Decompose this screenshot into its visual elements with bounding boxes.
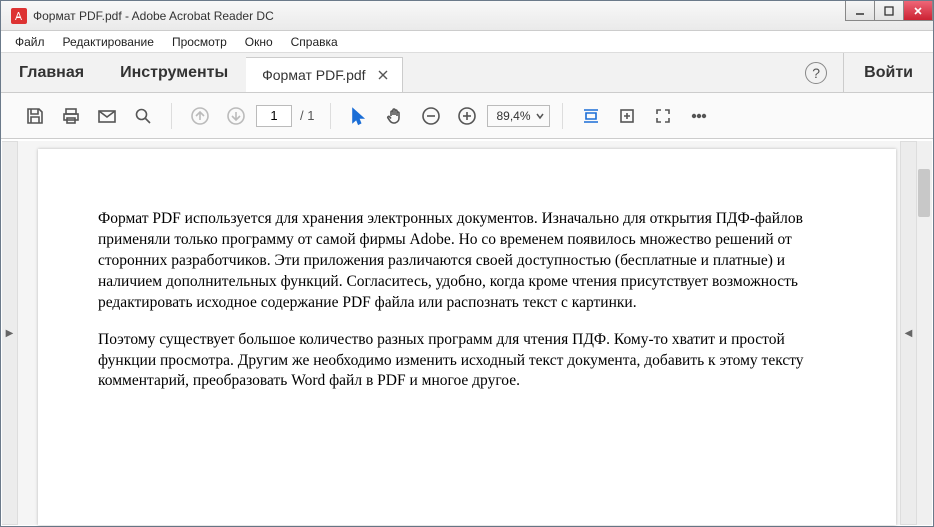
app-icon (11, 8, 27, 24)
login-button[interactable]: Войти (843, 53, 933, 92)
selection-tool-icon[interactable] (343, 100, 375, 132)
page-total-label: / 1 (300, 108, 314, 123)
fullscreen-icon[interactable] (647, 100, 679, 132)
menu-view[interactable]: Просмотр (164, 33, 235, 51)
print-icon[interactable] (55, 100, 87, 132)
tab-close-icon[interactable] (376, 68, 390, 82)
chevron-right-icon: ▶ (6, 328, 14, 339)
tab-document[interactable]: Формат PDF.pdf (246, 57, 402, 92)
vertical-scrollbar[interactable] (916, 141, 932, 525)
save-icon[interactable] (19, 100, 51, 132)
menu-file[interactable]: Файл (7, 33, 53, 51)
menu-bar: Файл Редактирование Просмотр Окно Справк… (1, 31, 933, 53)
menu-edit[interactable]: Редактирование (55, 33, 162, 51)
pdf-page[interactable]: Формат PDF используется для хранения эле… (38, 149, 896, 525)
paragraph-1: Формат PDF используется для хранения эле… (98, 209, 836, 314)
tab-bar: Главная Инструменты Формат PDF.pdf ? Вой… (1, 53, 933, 93)
menu-help[interactable]: Справка (283, 33, 346, 51)
next-page-icon[interactable] (220, 100, 252, 132)
scroll-thumb[interactable] (918, 169, 930, 217)
prev-page-icon[interactable] (184, 100, 216, 132)
help-icon[interactable]: ? (805, 62, 827, 84)
zoom-out-icon[interactable] (415, 100, 447, 132)
email-icon[interactable] (91, 100, 123, 132)
menu-window[interactable]: Окно (237, 33, 281, 51)
paragraph-2: Поэтому существует большое количество ра… (98, 330, 836, 393)
minimize-button[interactable] (845, 1, 875, 21)
window-title: Формат PDF.pdf - Adobe Acrobat Reader DC (33, 9, 274, 23)
maximize-button[interactable] (874, 1, 904, 21)
close-button[interactable] (903, 1, 933, 21)
tab-home[interactable]: Главная (1, 53, 102, 92)
chevron-left-icon: ◀ (905, 328, 913, 339)
toolbar: / 1 89,4% (1, 93, 933, 139)
left-panel-toggle[interactable]: ▶ (2, 141, 18, 525)
fit-width-icon[interactable] (575, 100, 607, 132)
zoom-value: 89,4% (496, 109, 530, 123)
window-controls (846, 1, 933, 21)
document-viewport: ▶ Формат PDF используется для хранения э… (2, 141, 932, 525)
right-panel-toggle[interactable]: ◀ (900, 141, 916, 525)
zoom-in-icon[interactable] (451, 100, 483, 132)
search-icon[interactable] (127, 100, 159, 132)
tab-document-label: Формат PDF.pdf (262, 67, 365, 83)
fit-page-icon[interactable] (611, 100, 643, 132)
zoom-dropdown[interactable]: 89,4% (487, 105, 549, 127)
tab-tools[interactable]: Инструменты (102, 53, 246, 92)
app-window: Формат PDF.pdf - Adobe Acrobat Reader DC… (0, 0, 934, 527)
more-tools-icon[interactable] (683, 100, 715, 132)
title-bar: Формат PDF.pdf - Adobe Acrobat Reader DC (1, 1, 933, 31)
hand-tool-icon[interactable] (379, 100, 411, 132)
page-number-input[interactable] (256, 105, 292, 127)
